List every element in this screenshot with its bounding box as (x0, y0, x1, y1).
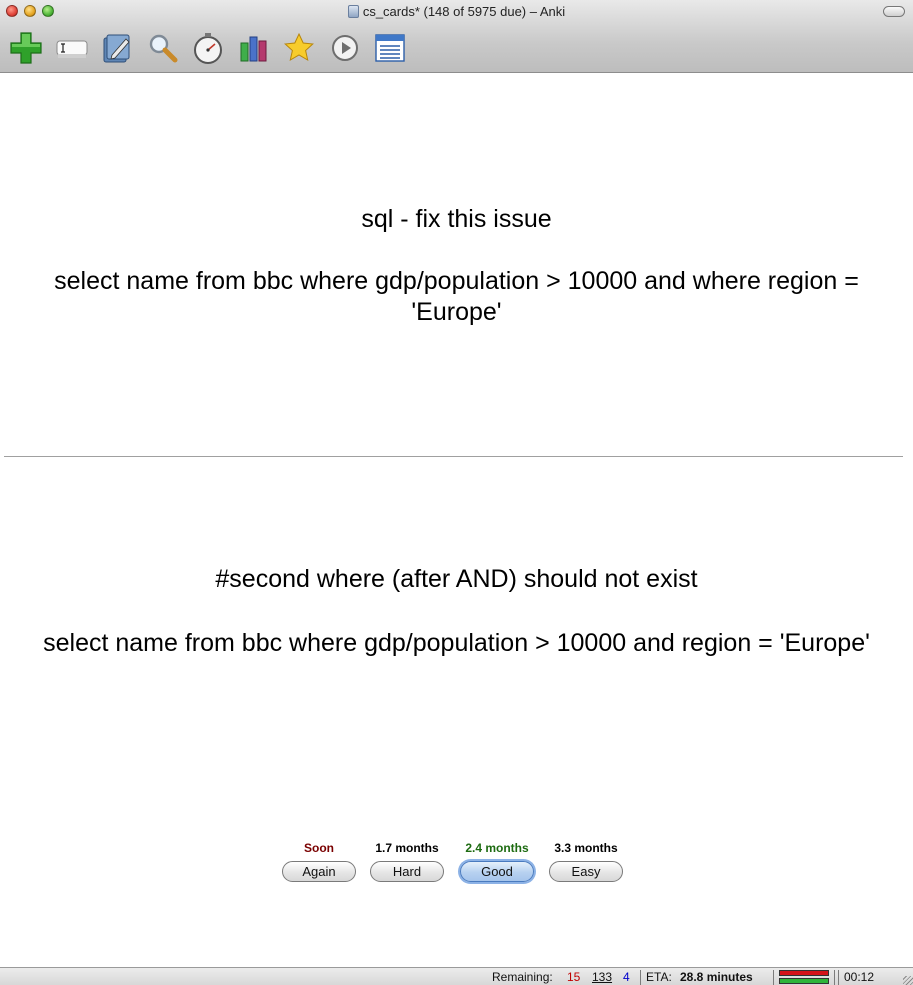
eta-label: ETA: (646, 970, 672, 984)
remaining-new-count: 4 (623, 970, 630, 984)
stats-button[interactable] (236, 30, 272, 66)
question-text: select name from bbc where gdp/populatio… (54, 267, 859, 326)
edit-current-icon (56, 40, 87, 58)
window-chrome: cs_cards* (148 of 5975 due) – Anki (0, 0, 913, 73)
remaining-failed-count: 15 (567, 970, 581, 984)
mark-star-icon (284, 32, 314, 61)
browse-search-icon (149, 34, 177, 63)
card-view: sql - fix this issue select name from bb… (0, 73, 913, 965)
progress-fill-session (780, 979, 828, 983)
easy-interval: 3.3 months (554, 841, 618, 855)
status-separator (834, 970, 835, 985)
document-icon (347, 5, 359, 18)
answer-text: select name from bbc where gdp/populatio… (43, 629, 870, 657)
timer-icon (194, 33, 222, 64)
edit-deck-button[interactable] (99, 30, 135, 66)
browse-button[interactable] (145, 30, 181, 66)
toolbar (8, 30, 418, 66)
remaining-label: Remaining: (492, 970, 553, 984)
easy-group: 3.3 months Easy (549, 840, 623, 882)
good-group: 2.4 months Good (460, 840, 534, 882)
window-title-bar: cs_cards* (148 of 5975 due) – Anki (0, 3, 913, 21)
window-title: cs_cards* (148 of 5975 due) – Anki (362, 4, 566, 19)
progress-bar-reviews (779, 970, 829, 976)
question-answer-divider (4, 456, 903, 457)
answer-heading: #second where (after AND) should not exi… (215, 565, 698, 593)
hard-button[interactable]: Hard (370, 861, 444, 882)
toolbar-toggle-button[interactable] (883, 6, 905, 17)
edit-deck-icon (103, 34, 130, 63)
add-icon (10, 32, 42, 64)
question-heading: sql - fix this issue (361, 205, 552, 233)
good-interval: 2.4 months (465, 841, 529, 855)
again-button[interactable]: Again (282, 861, 356, 882)
hard-interval: 1.7 months (375, 841, 439, 855)
good-button[interactable]: Good (460, 861, 534, 882)
status-separator (773, 970, 774, 985)
progress-bar-session (779, 978, 829, 984)
again-group: Soon Again (282, 840, 356, 882)
eta-value: 28.8 minutes (680, 970, 753, 984)
timer-button[interactable] (190, 30, 226, 66)
edit-current-button[interactable] (54, 30, 90, 66)
replay-audio-icon (331, 35, 358, 61)
status-bar: Remaining: 15 133 4 ETA: 28.8 minutes 00… (0, 967, 913, 985)
remaining-review-count: 133 (592, 970, 613, 984)
easy-button[interactable]: Easy (549, 861, 623, 882)
status-separator (640, 970, 641, 985)
again-interval: Soon (304, 841, 334, 855)
replay-button[interactable] (327, 30, 363, 66)
add-button[interactable] (8, 30, 44, 66)
hard-group: 1.7 months Hard (370, 840, 444, 882)
card-list-button[interactable] (372, 30, 408, 66)
stats-graph-icon (240, 36, 266, 62)
mark-button[interactable] (281, 30, 317, 66)
status-separator (838, 970, 839, 985)
anki-window: cs_cards* (148 of 5975 due) – Anki sql -… (0, 0, 913, 985)
card-list-icon (375, 34, 405, 62)
resize-grip[interactable] (903, 976, 913, 985)
progress-fill-reviews (780, 971, 828, 975)
session-timer: 00:12 (844, 970, 875, 984)
